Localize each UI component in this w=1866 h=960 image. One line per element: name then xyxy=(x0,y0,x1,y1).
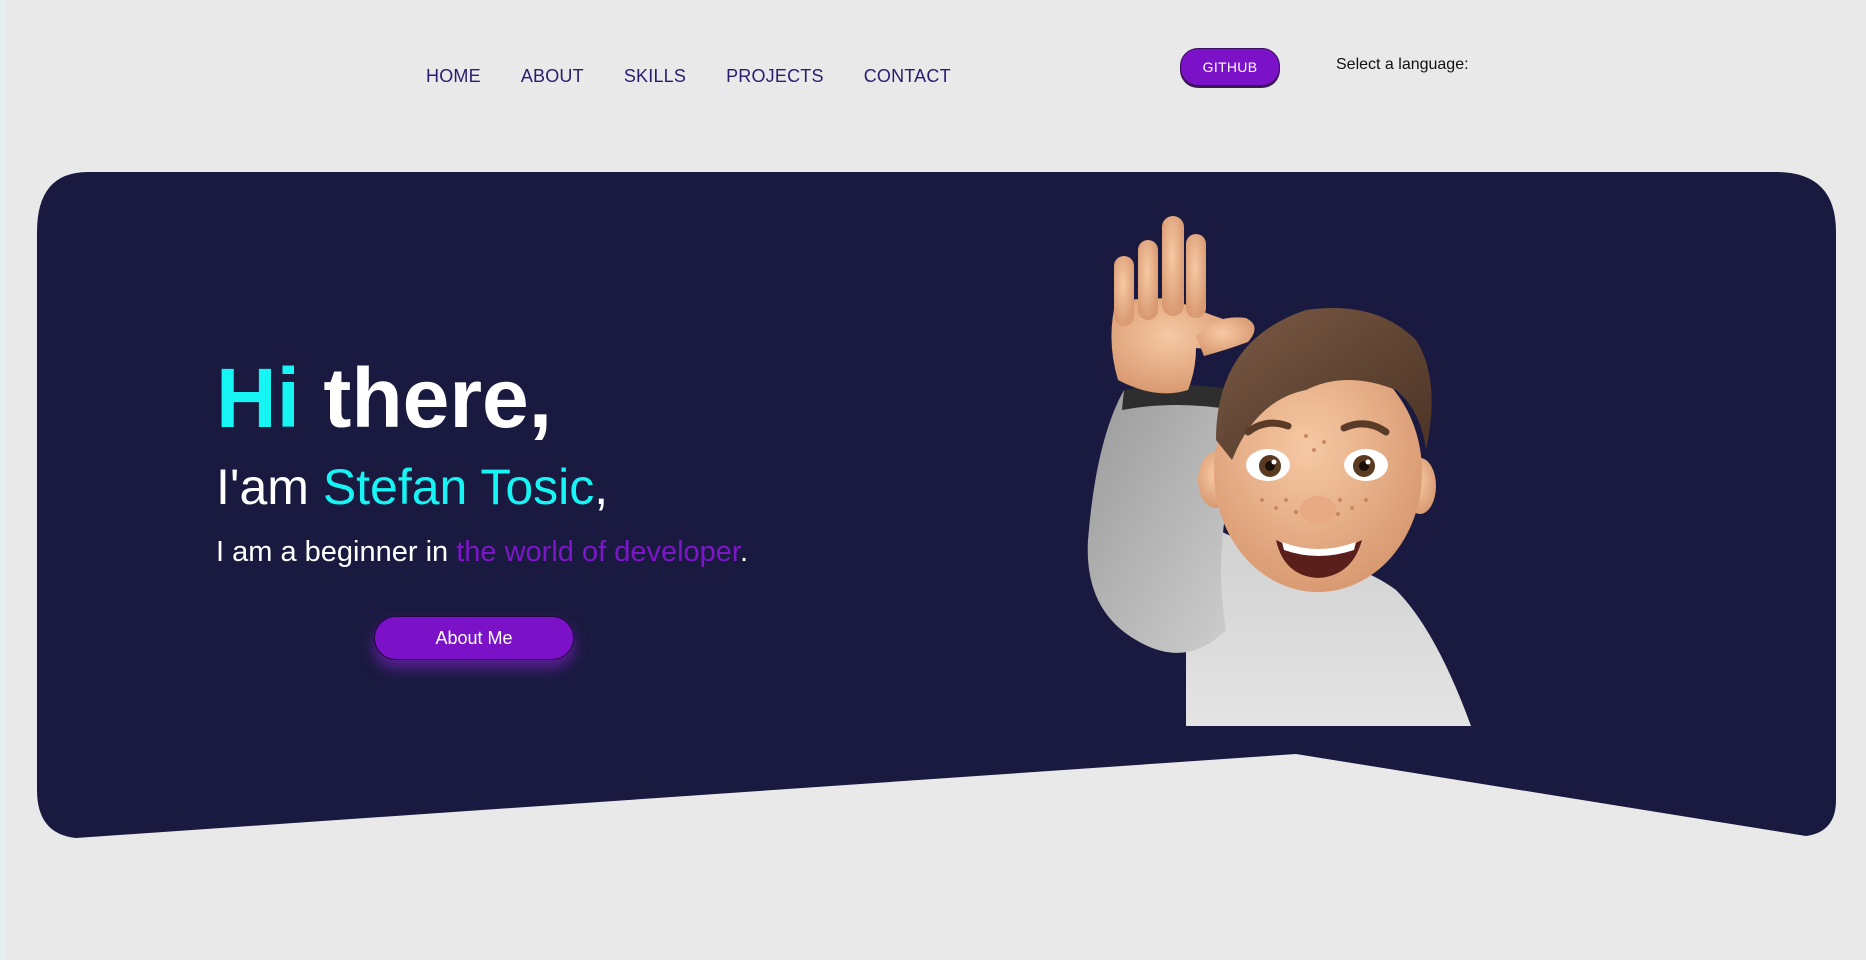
greeting-there: there xyxy=(323,351,529,445)
tagline-prefix: I am a beginner in xyxy=(216,536,449,568)
name-suffix: , xyxy=(594,459,609,515)
tagline-highlight: the world of developer xyxy=(456,536,740,568)
waving-avatar-icon xyxy=(1087,216,1471,726)
nav-about[interactable]: ABOUT xyxy=(521,64,584,88)
about-me-button[interactable]: About Me xyxy=(374,616,574,660)
github-button[interactable]: GITHUB xyxy=(1180,48,1280,86)
hero-greeting: Hi there, xyxy=(216,350,748,446)
greeting-comma: , xyxy=(528,351,553,445)
language-select-label[interactable]: Select a language: xyxy=(1336,56,1469,74)
hero-name: Stefan Tosic xyxy=(322,459,595,515)
nav-home[interactable]: HOME xyxy=(426,64,481,88)
intro-prefix: I'am xyxy=(216,459,309,515)
nav-skills[interactable]: SKILLS xyxy=(624,64,686,88)
hero-tagline: I am a beginner in the world of develope… xyxy=(216,534,748,570)
hero-text: Hi there, I'am Stefan Tosic, I am a begi… xyxy=(216,350,748,570)
nav-contact[interactable]: CONTACT xyxy=(864,64,951,88)
hero-intro: I'am Stefan Tosic, xyxy=(216,458,748,516)
greeting-hi: Hi xyxy=(216,351,300,445)
tagline-suffix: . xyxy=(739,536,749,568)
nav-projects[interactable]: PROJECTS xyxy=(726,64,824,88)
main-nav: HOME ABOUT SKILLS PROJECTS CONTACT xyxy=(426,64,951,88)
portfolio-page: HOME ABOUT SKILLS PROJECTS CONTACT GITHU… xyxy=(0,0,1866,960)
